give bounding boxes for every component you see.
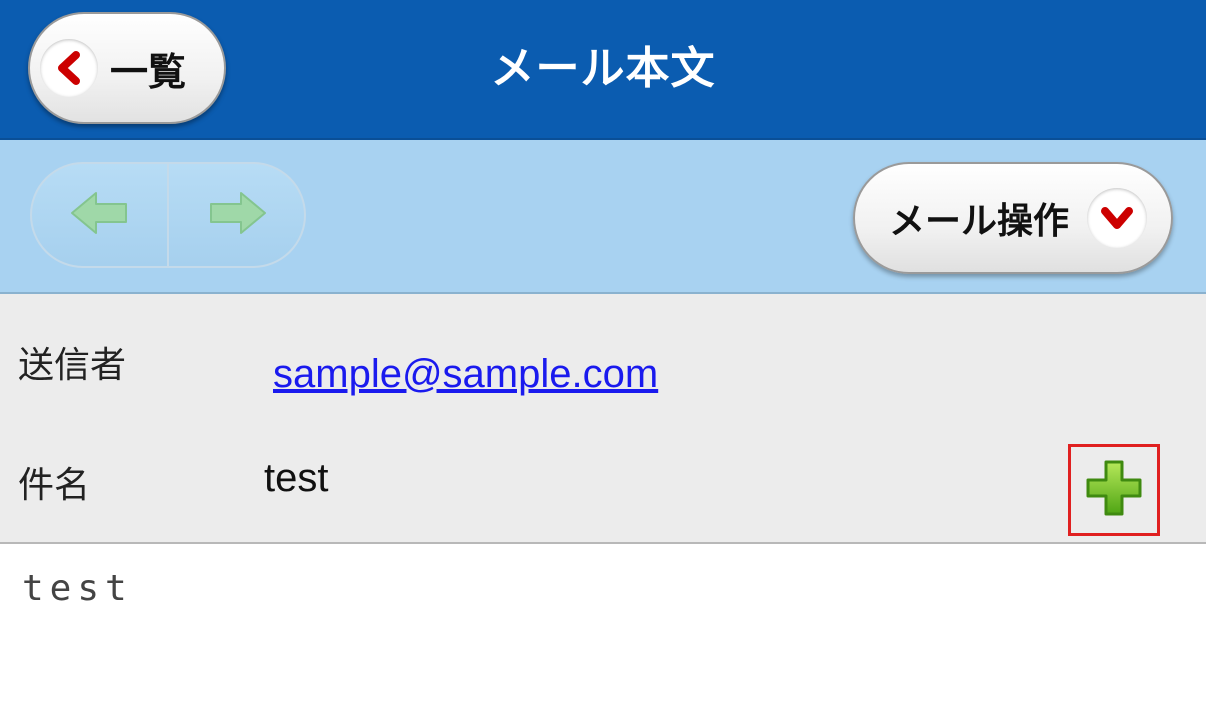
toolbar: メール操作	[0, 140, 1206, 294]
subject-value: test	[264, 456, 329, 500]
previous-mail-button[interactable]	[32, 164, 169, 266]
plus-icon	[1083, 457, 1145, 523]
subject-label: 件名	[18, 465, 91, 506]
add-button[interactable]	[1068, 444, 1160, 536]
mail-view-screen: 一覧 メール本文 メール操作 送信者 sample@sample.com 件名 …	[0, 0, 1206, 722]
mail-body-text: test	[22, 568, 133, 609]
prev-next-nav	[30, 162, 306, 268]
next-mail-button[interactable]	[169, 164, 304, 266]
arrow-left-icon	[68, 189, 132, 241]
arrow-right-icon	[205, 189, 269, 241]
mail-operations-button[interactable]: メール操作	[853, 162, 1173, 274]
sender-label: 送信者	[18, 345, 127, 386]
mail-operations-label: メール操作	[889, 201, 1070, 242]
header-bar: 一覧 メール本文	[0, 0, 1206, 140]
sender-email-link[interactable]: sample@sample.com	[273, 352, 658, 397]
page-title: メール本文	[490, 43, 716, 94]
mail-header-info: 送信者 sample@sample.com 件名 test	[0, 294, 1206, 544]
chevron-down-icon	[1087, 188, 1148, 248]
